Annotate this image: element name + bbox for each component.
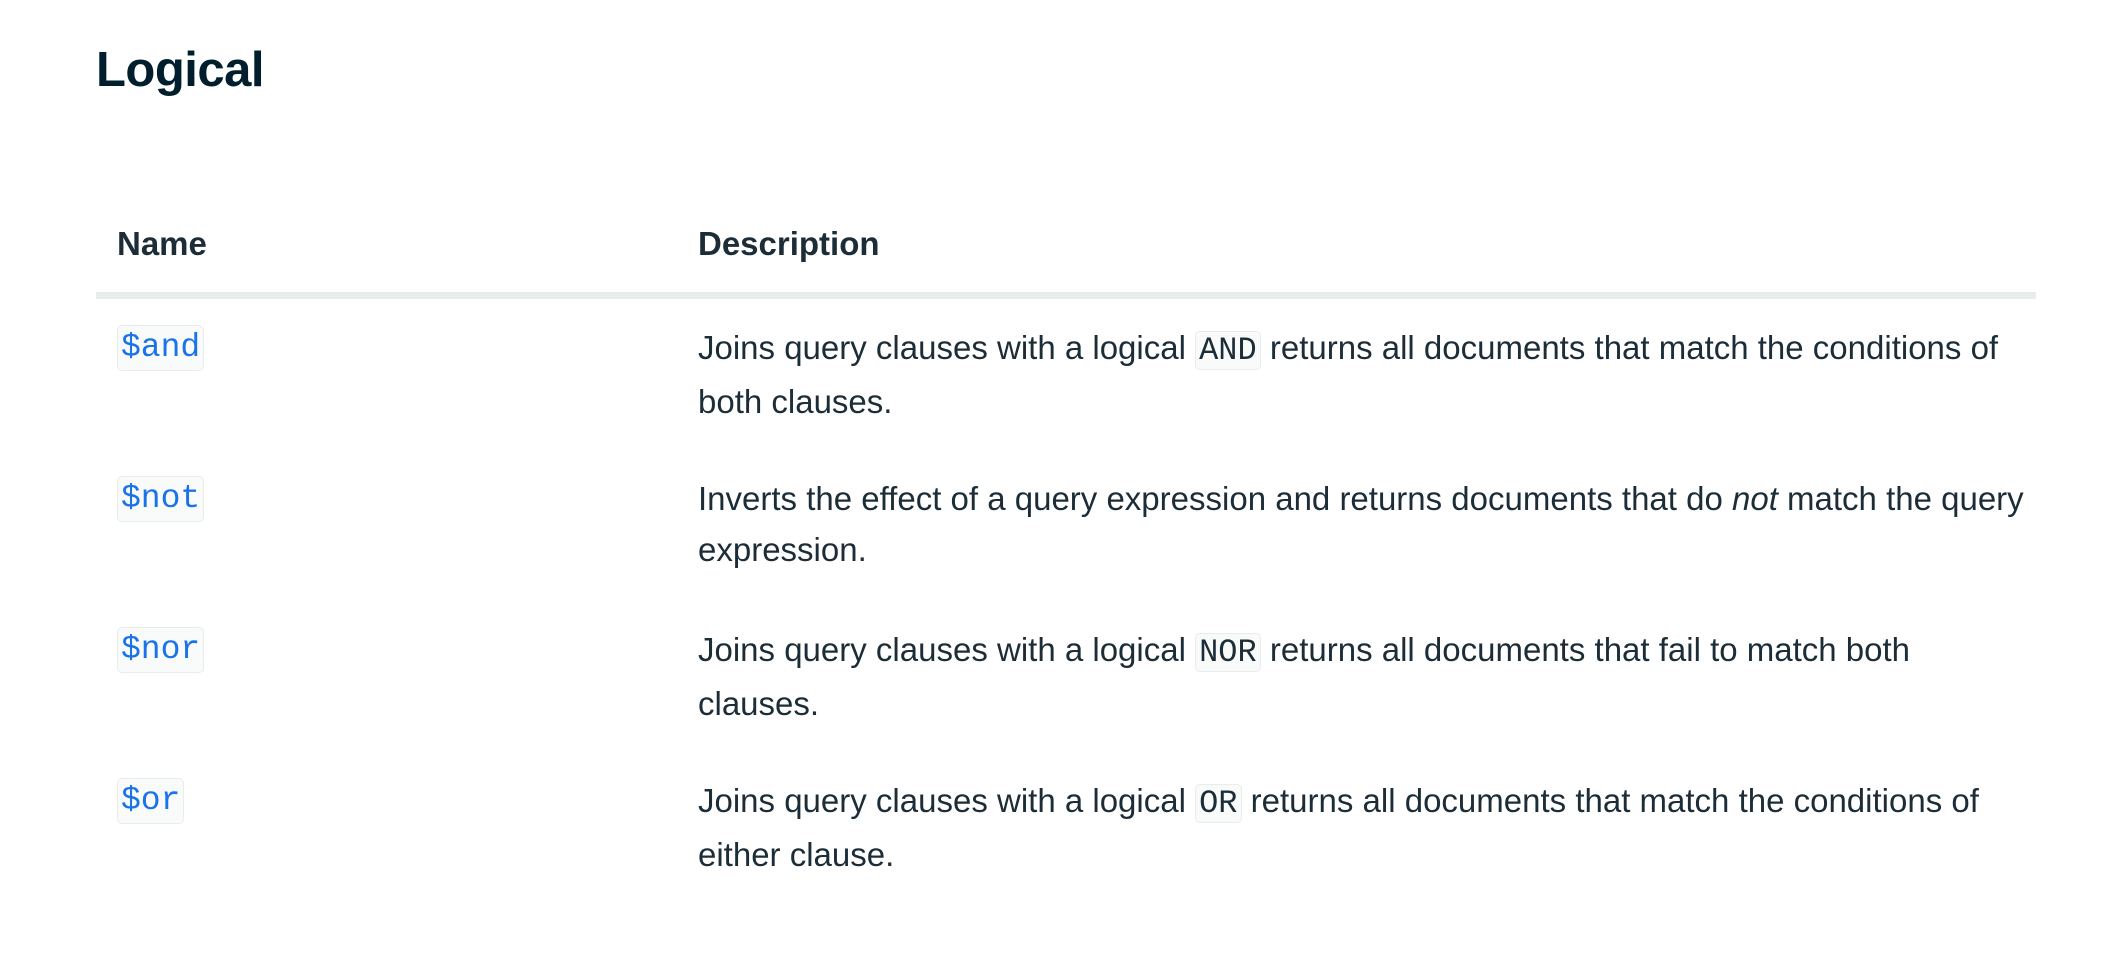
description-text: Joins query clauses with a logical: [698, 782, 1196, 819]
table-header: Name Description: [96, 200, 2036, 299]
operator-link-not[interactable]: $not: [117, 476, 205, 522]
column-header-name: Name: [117, 225, 207, 262]
table-row-not: $not Inverts the effect of a query expre…: [96, 450, 2036, 601]
description-text: Inverts the effect of a query expression…: [698, 480, 1732, 517]
description-text: Joins query clauses with a logical: [698, 329, 1196, 366]
table-body: $and Joins query clauses with a logical …: [96, 299, 2036, 903]
column-header-description: Description: [698, 225, 880, 262]
section-title: Logical: [96, 43, 265, 97]
operator-description-and: Joins query clauses with a logical AND r…: [698, 322, 2028, 427]
table-row-nor: $nor Joins query clauses with a logical …: [96, 601, 2036, 752]
operator-description-or: Joins query clauses with a logical OR re…: [698, 775, 2028, 880]
table-row-and: $and Joins query clauses with a logical …: [96, 299, 2036, 450]
table-row-or: $or Joins query clauses with a logical O…: [96, 752, 2036, 903]
inline-code-or: OR: [1195, 784, 1242, 823]
description-text: Joins query clauses with a logical: [698, 631, 1196, 668]
logical-operators-table: Name Description $and Joins query clause…: [96, 200, 2036, 903]
operator-description-not: Inverts the effect of a query expression…: [698, 473, 2028, 575]
operator-link-nor[interactable]: $nor: [117, 627, 205, 673]
operator-link-or[interactable]: $or: [117, 778, 185, 824]
emphasis-not: not: [1732, 480, 1778, 517]
inline-code-and: AND: [1195, 331, 1261, 370]
inline-code-nor: NOR: [1195, 633, 1261, 672]
operator-description-nor: Joins query clauses with a logical NOR r…: [698, 624, 2028, 729]
operator-link-and[interactable]: $and: [117, 325, 205, 371]
